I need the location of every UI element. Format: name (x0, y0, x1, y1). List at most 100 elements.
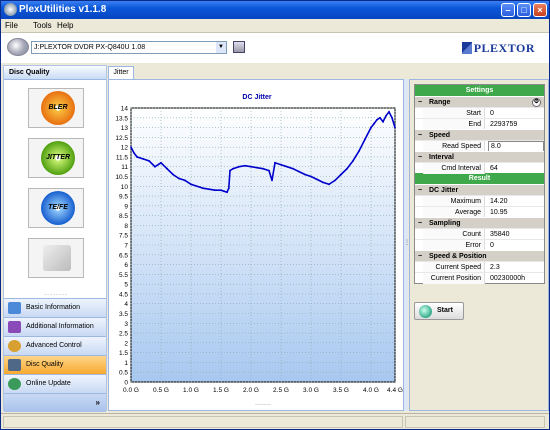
jitter-button[interactable]: JITTER (28, 138, 84, 178)
y-tick-label: 8 (124, 223, 128, 230)
tefe-disc-icon: TE/FE (41, 191, 75, 225)
jitter-point (178, 177, 180, 180)
prop-key: Current Position (423, 273, 485, 284)
jitter-point (190, 183, 192, 186)
y-tick-label: 2 (124, 340, 128, 347)
y-tick-label: 0.5 (119, 370, 128, 377)
close-button[interactable]: × (533, 3, 547, 17)
nav-advanced-control[interactable]: Advanced Control (4, 336, 106, 355)
jitter-label: JITTER (45, 154, 71, 161)
y-tick-label: 1.5 (119, 350, 128, 357)
jitter-point (340, 173, 342, 176)
category-label: Range (429, 99, 451, 106)
prop-current-speed: Current Speed 2.3 (415, 261, 544, 273)
jitter-point (208, 188, 210, 191)
category-range[interactable]: − Range ⚙ (415, 96, 544, 107)
y-tick-label: 5 (124, 282, 128, 289)
category-interval[interactable]: − Interval (415, 151, 544, 162)
status-pane-main (3, 416, 403, 428)
property-grid: Settings − Range ⚙ Start 0 End 2293759 − Spee… (414, 84, 545, 284)
x-tick-label: 2.0 G (243, 387, 259, 394)
jitter-point (388, 111, 390, 113)
y-tick-label: 7.5 (119, 233, 128, 240)
tab-jitter[interactable]: Jitter (108, 66, 134, 79)
plextor-logo: PLEXTOR (461, 41, 535, 56)
category-speed[interactable]: − Speed (415, 129, 544, 140)
nav-label: Additional Information (26, 323, 94, 330)
y-tick-label: 4 (124, 301, 128, 308)
jitter-point (322, 181, 324, 184)
jitter-point (370, 126, 372, 129)
maximize-button[interactable]: □ (517, 3, 531, 17)
jitter-point (232, 167, 234, 170)
y-tick-label: 9.5 (119, 194, 128, 201)
jitter-point (346, 167, 348, 170)
y-tick-label: 3 (124, 321, 128, 328)
tab-strip: Jitter (108, 65, 408, 79)
chevron-down-icon[interactable]: » (96, 398, 100, 407)
prop-error: Error 0 (415, 239, 544, 251)
jitter-point (286, 165, 288, 168)
menu-help[interactable]: Help (57, 21, 73, 30)
jitter-point (262, 167, 264, 170)
jitter-point (364, 138, 366, 141)
tefe-button[interactable]: TE/FE (28, 188, 84, 228)
y-tick-label: 3.5 (119, 311, 128, 318)
y-tick-label: 2.5 (119, 331, 128, 338)
eject-drive-button[interactable] (28, 238, 84, 278)
prop-value: 00230000h (490, 275, 526, 282)
settings-icon[interactable]: ⚙ (532, 98, 541, 107)
jitter-point (385, 114, 387, 117)
prop-value[interactable]: 64 (488, 163, 544, 174)
category-dc-jitter[interactable]: − DC Jitter (415, 184, 544, 195)
jitter-point (244, 164, 246, 167)
bler-button[interactable]: BLER (28, 88, 84, 128)
result-header: Result (415, 173, 544, 184)
x-tick-label: 4.0 G (363, 387, 379, 394)
tefe-label: TE/FE (48, 204, 68, 211)
category-label: DC Jitter (429, 187, 459, 194)
jitter-point (280, 163, 282, 166)
title-bar[interactable]: PlexUtilities v1.1.8 – □ × (1, 1, 549, 19)
chevron-down-icon[interactable]: ▼ (216, 42, 226, 53)
nav-label: Disc Quality (26, 361, 64, 368)
nav-label: Advanced Control (26, 342, 82, 349)
start-button-label: Start (437, 307, 453, 314)
jitter-point (373, 122, 375, 125)
start-button[interactable]: Start (414, 302, 464, 320)
y-tick-label: 0 (124, 380, 128, 387)
minimize-button[interactable]: – (501, 3, 515, 17)
jitter-point (316, 178, 318, 181)
jitter-point (184, 179, 186, 182)
y-tick-label: 13.5 (115, 115, 128, 122)
category-speed-position[interactable]: − Speed & Position (415, 250, 544, 261)
nav-additional-information[interactable]: Additional Information (4, 317, 106, 336)
y-tick-label: 12.5 (115, 135, 128, 142)
category-label: Speed (429, 132, 451, 139)
settings-header: Settings (415, 85, 544, 96)
nav-online-update[interactable]: Online Update (4, 374, 106, 393)
status-bar (1, 413, 549, 429)
menu-tools[interactable]: Tools (33, 21, 52, 30)
jitter-point (226, 191, 228, 194)
jitter-point (223, 190, 225, 193)
window-title: PlexUtilities v1.1.8 (19, 4, 107, 15)
prop-start: Start 0 (415, 107, 544, 119)
drive-tray-icon (43, 245, 71, 271)
y-tick-label: 6.5 (119, 252, 128, 259)
x-tick-label: 3.0 G (303, 387, 319, 394)
y-tick-label: 10.5 (115, 174, 128, 181)
menu-file[interactable]: File (5, 21, 18, 30)
jitter-point (136, 156, 138, 158)
nav-disc-quality[interactable]: Disc Quality (4, 355, 106, 374)
save-icon[interactable] (233, 41, 245, 53)
splitter[interactable]: ⋮ (404, 79, 410, 411)
jitter-point (394, 126, 396, 129)
nav-basic-information[interactable]: Basic Information (4, 298, 106, 317)
y-tick-label: 4.5 (119, 291, 128, 298)
category-sampling[interactable]: − Sampling (415, 217, 544, 228)
y-tick-label: 13 (121, 125, 129, 132)
jitter-point (382, 120, 384, 123)
drive-select[interactable]: J:PLEXTOR DVDR PX-Q840U 1.08 ▼ (31, 41, 227, 54)
y-tick-label: 5.5 (119, 272, 128, 279)
